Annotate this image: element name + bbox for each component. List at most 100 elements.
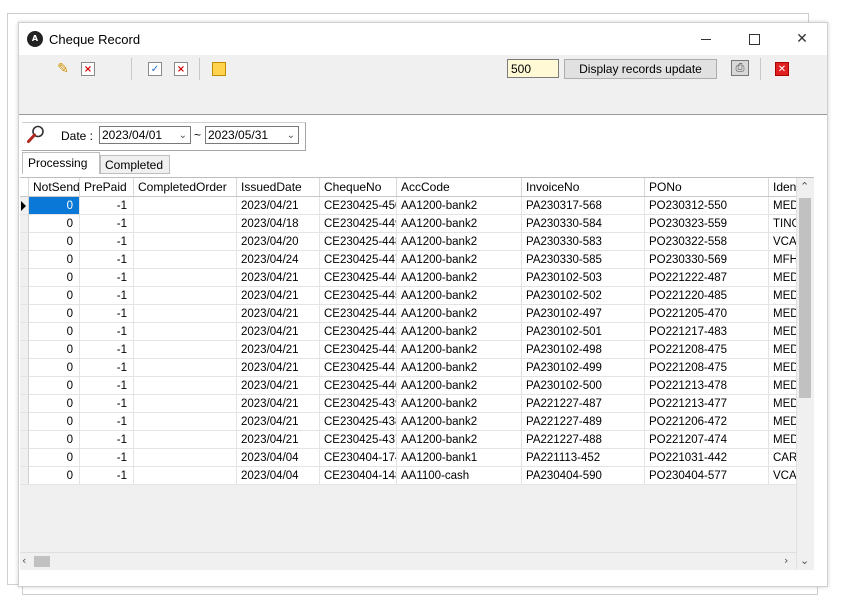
cell-acccode[interactable]: AA1200-bank2 <box>397 377 522 395</box>
cell-completedorder[interactable] <box>134 251 237 269</box>
table-row[interactable]: 0 -1 2023/04/21 CE230425-443 AA1200-bank2 PA2… <box>20 323 814 341</box>
cell-ident[interactable]: MED <box>769 431 797 449</box>
row-indicator[interactable] <box>20 395 29 413</box>
column-header-invoiceno[interactable]: InvoiceNo <box>522 178 645 196</box>
cell-pono[interactable]: PO230330-569 <box>645 251 769 269</box>
note-icon[interactable] <box>212 62 226 76</box>
cell-completedorder[interactable] <box>134 467 237 485</box>
display-records-update-button[interactable]: Display records update <box>564 59 717 79</box>
cell-ident[interactable]: MFH <box>769 251 797 269</box>
cell-pono[interactable]: PO221031-442 <box>645 449 769 467</box>
cell-pono[interactable]: PO221220-485 <box>645 287 769 305</box>
cell-completedorder[interactable] <box>134 269 237 287</box>
cell-invoiceno[interactable]: PA230102-502 <box>522 287 645 305</box>
cell-ident[interactable]: CARI <box>769 449 797 467</box>
close-button[interactable]: ✕ <box>779 23 825 55</box>
cell-ident[interactable]: TING <box>769 215 797 233</box>
cell-pono[interactable]: PO221208-475 <box>645 359 769 377</box>
cell-issueddate[interactable]: 2023/04/21 <box>237 323 320 341</box>
horizontal-scroll-thumb[interactable] <box>34 556 50 567</box>
cell-acccode[interactable]: AA1200-bank1 <box>397 449 522 467</box>
row-indicator[interactable] <box>20 359 29 377</box>
cell-issueddate[interactable]: 2023/04/21 <box>237 377 320 395</box>
cell-chequeno[interactable]: CE230425-444 <box>320 305 397 323</box>
cell-issueddate[interactable]: 2023/04/21 <box>237 413 320 431</box>
cell-acccode[interactable]: AA1200-bank2 <box>397 413 522 431</box>
row-indicator[interactable] <box>20 215 29 233</box>
row-indicator[interactable] <box>20 431 29 449</box>
cell-ident[interactable]: VCAI <box>769 467 797 485</box>
cell-chequeno[interactable]: CE230425-446 <box>320 269 397 287</box>
cell-completedorder[interactable] <box>134 197 237 215</box>
cell-completedorder[interactable] <box>134 431 237 449</box>
cell-pono[interactable]: PO230312-550 <box>645 197 769 215</box>
cell-prepaid[interactable]: -1 <box>80 233 134 251</box>
cell-prepaid[interactable]: -1 <box>80 449 134 467</box>
table-row[interactable]: 0 -1 2023/04/21 CE230425-441 AA1200-bank2 PA2… <box>20 359 814 377</box>
cell-acccode[interactable]: AA1100-cash <box>397 467 522 485</box>
table-row[interactable]: 0 -1 2023/04/21 CE230425-439 AA1200-bank2 PA2… <box>20 395 814 413</box>
cell-prepaid[interactable]: -1 <box>80 413 134 431</box>
cell-pono[interactable]: PO230323-559 <box>645 215 769 233</box>
cell-invoiceno[interactable]: PA230102-500 <box>522 377 645 395</box>
cell-chequeno[interactable]: CE230425-448 <box>320 233 397 251</box>
cell-chequeno[interactable]: CE230425-441 <box>320 359 397 377</box>
column-header-notsend[interactable]: NotSend <box>29 178 80 196</box>
date-from-picker[interactable]: 2023/04/01 ⌄ <box>99 126 191 144</box>
row-indicator[interactable] <box>20 377 29 395</box>
table-row[interactable]: 0 -1 2023/04/21 CE230425-438 AA1200-bank2 PA2… <box>20 413 814 431</box>
cell-notsend[interactable]: 0 <box>29 323 80 341</box>
cell-issueddate[interactable]: 2023/04/21 <box>237 395 320 413</box>
cell-completedorder[interactable] <box>134 449 237 467</box>
row-indicator[interactable] <box>20 287 29 305</box>
cell-prepaid[interactable]: -1 <box>80 377 134 395</box>
cell-prepaid[interactable]: -1 <box>80 287 134 305</box>
scroll-left-icon[interactable]: ‹ <box>22 554 26 567</box>
cell-ident[interactable]: MED <box>769 197 797 215</box>
cell-prepaid[interactable]: -1 <box>80 359 134 377</box>
cell-completedorder[interactable] <box>134 377 237 395</box>
cell-acccode[interactable]: AA1200-bank2 <box>397 233 522 251</box>
cell-pono[interactable]: PO230404-577 <box>645 467 769 485</box>
row-indicator[interactable] <box>20 233 29 251</box>
cell-acccode[interactable]: AA1200-bank2 <box>397 431 522 449</box>
tab-processing[interactable]: Processing <box>22 152 100 174</box>
pencil-icon[interactable]: ✎ <box>56 62 70 76</box>
cell-issueddate[interactable]: 2023/04/18 <box>237 215 320 233</box>
cell-invoiceno[interactable]: PA221113-452 <box>522 449 645 467</box>
cell-notsend[interactable]: 0 <box>29 305 80 323</box>
cell-acccode[interactable]: AA1200-bank2 <box>397 359 522 377</box>
cell-chequeno[interactable]: CE230404-174 <box>320 449 397 467</box>
cell-completedorder[interactable] <box>134 341 237 359</box>
table-row[interactable]: 0 -1 2023/04/21 CE230425-440 AA1200-bank2 PA2… <box>20 377 814 395</box>
cell-chequeno[interactable]: CE230425-437 <box>320 431 397 449</box>
column-header-prepaid[interactable]: PrePaid <box>80 178 134 196</box>
cell-pono[interactable]: PO221205-470 <box>645 305 769 323</box>
cell-notsend[interactable]: 0 <box>29 251 80 269</box>
cell-invoiceno[interactable]: PA230317-568 <box>522 197 645 215</box>
table-row[interactable]: 0 -1 2023/04/21 CE230425-446 AA1200-bank2 PA2… <box>20 269 814 287</box>
cell-invoiceno[interactable]: PA230102-499 <box>522 359 645 377</box>
cell-invoiceno[interactable]: PA230330-583 <box>522 233 645 251</box>
record-count-input[interactable]: 500 <box>507 59 559 78</box>
cell-issueddate[interactable]: 2023/04/04 <box>237 449 320 467</box>
table-row[interactable]: 0 -1 2023/04/21 CE230425-442 AA1200-bank2 PA2… <box>20 341 814 359</box>
scroll-up-icon[interactable]: ⌃ <box>800 180 809 193</box>
table-row[interactable]: 0 -1 2023/04/20 CE230425-448 AA1200-bank2 PA2… <box>20 233 814 251</box>
cell-chequeno[interactable]: CE230425-450 <box>320 197 397 215</box>
cell-completedorder[interactable] <box>134 413 237 431</box>
cell-ident[interactable]: MED <box>769 305 797 323</box>
row-indicator[interactable] <box>20 413 29 431</box>
date-to-picker[interactable]: 2023/05/31 ⌄ <box>205 126 299 144</box>
cell-notsend[interactable]: 0 <box>29 215 80 233</box>
cell-ident[interactable]: MED <box>769 377 797 395</box>
cell-issueddate[interactable]: 2023/04/21 <box>237 197 320 215</box>
cell-issueddate[interactable]: 2023/04/21 <box>237 305 320 323</box>
cell-invoiceno[interactable]: PA230330-584 <box>522 215 645 233</box>
cell-acccode[interactable]: AA1200-bank2 <box>397 305 522 323</box>
column-header-issueddate[interactable]: IssuedDate <box>237 178 320 196</box>
cell-prepaid[interactable]: -1 <box>80 269 134 287</box>
title-bar[interactable]: A Cheque Record ✕ <box>19 23 827 55</box>
row-indicator[interactable] <box>20 269 29 287</box>
cell-ident[interactable]: MED <box>769 395 797 413</box>
